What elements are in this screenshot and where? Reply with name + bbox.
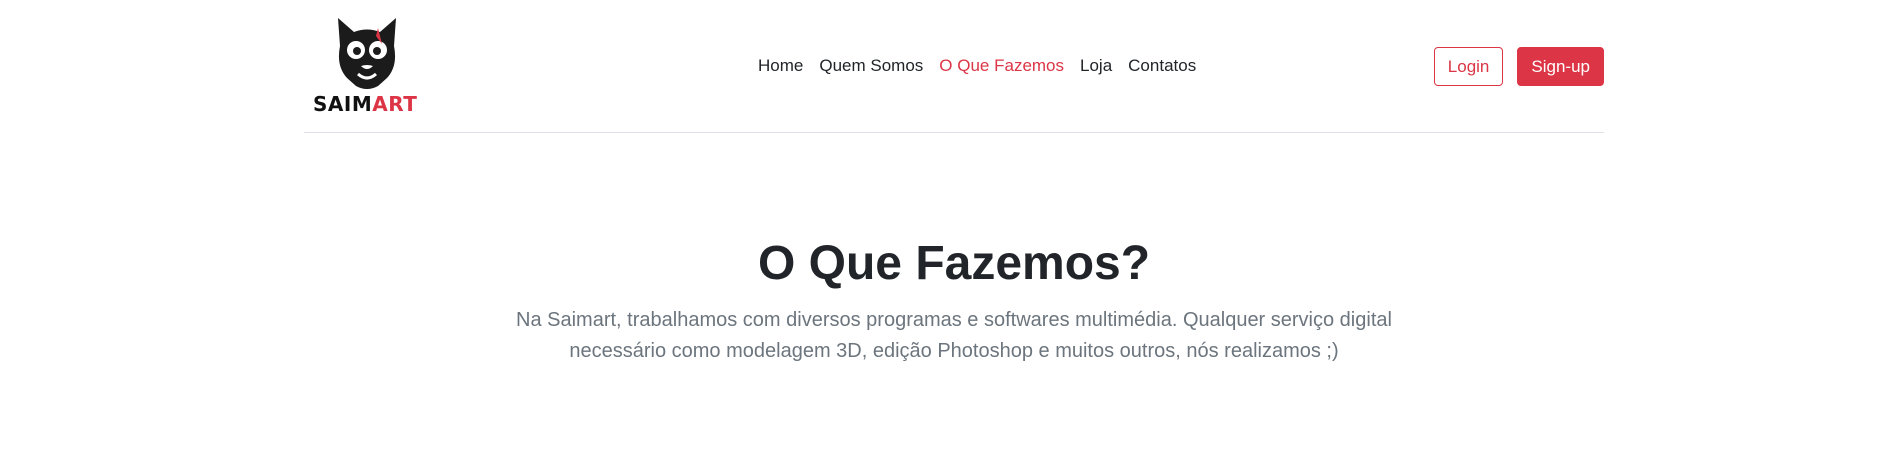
page-title: O Que Fazemos?	[757, 237, 1151, 290]
nav-loja[interactable]: Loja	[1072, 54, 1120, 78]
hero-section: O Que Fazemos? Na Saimart, trabalhamos c…	[304, 133, 1604, 367]
brand-logo[interactable]: SAIMART	[308, 16, 424, 116]
auth-buttons: Login Sign-up	[1433, 47, 1604, 86]
nav-home[interactable]: Home	[750, 54, 811, 78]
cat-face-icon	[338, 18, 396, 89]
page-container: SAIMART Home Quem Somos O Que Fazemos Lo…	[304, 0, 1604, 367]
brand-name: SAIMART	[313, 92, 417, 116]
nav-contatos[interactable]: Contatos	[1120, 54, 1204, 78]
nav-quem-somos[interactable]: Quem Somos	[811, 54, 931, 78]
brand-name-part2: ART	[372, 92, 418, 116]
site-header: SAIMART Home Quem Somos O Que Fazemos Lo…	[304, 0, 1604, 133]
signup-button[interactable]: Sign-up	[1517, 47, 1604, 86]
brand-name-part1: SAIM	[313, 92, 373, 116]
hero-description: Na Saimart, trabalhamos com diversos pro…	[516, 309, 1392, 362]
main-nav: Home Quem Somos O Que Fazemos Loja Conta…	[750, 54, 1204, 78]
login-button[interactable]: Login	[1433, 47, 1504, 86]
nav-o-que-fazemos[interactable]: O Que Fazemos	[931, 54, 1072, 78]
